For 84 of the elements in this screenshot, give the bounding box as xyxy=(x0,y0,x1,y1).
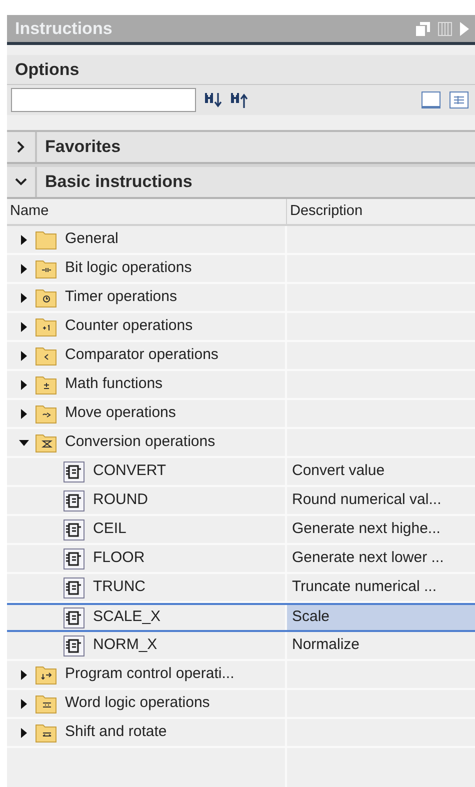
tree-row[interactable]: Math functions xyxy=(7,371,475,400)
expander-icon[interactable] xyxy=(19,698,29,708)
item-name: Word logic operations xyxy=(65,693,210,714)
find-next-icon[interactable] xyxy=(204,92,222,108)
search-field[interactable] xyxy=(11,88,196,112)
item-name: NORM_X xyxy=(93,635,158,656)
tree-row[interactable]: Bit logic operations xyxy=(7,255,475,284)
list-view-icon[interactable] xyxy=(449,91,469,109)
column-header[interactable]: Name xyxy=(7,199,287,224)
item-description: Round numerical val... xyxy=(292,490,442,510)
item-name: ROUND xyxy=(93,490,148,510)
item-description: Convert value xyxy=(292,461,385,482)
tree-row[interactable]: TRUNC Truncate numerical ... xyxy=(7,574,475,603)
item-name: Counter operations xyxy=(65,316,193,336)
tree-row[interactable]: CONVERT Convert value xyxy=(7,458,475,487)
collapse-chevron-icon[interactable] xyxy=(15,177,27,187)
item-name: Shift and rotate xyxy=(65,722,167,742)
tree-row[interactable]: Move operations xyxy=(7,400,475,429)
item-name: Timer operations xyxy=(65,287,177,308)
tree-row[interactable]: CEIL Generate next highe... xyxy=(7,516,475,545)
expander-icon[interactable] xyxy=(19,438,29,448)
tree-row[interactable]: Counter operations xyxy=(7,313,475,342)
item-name: SCALE_X xyxy=(93,607,161,628)
instruction-block-icon xyxy=(63,576,85,598)
folder-icon xyxy=(35,692,57,714)
expander-icon[interactable] xyxy=(19,728,29,738)
item-name: Math functions xyxy=(65,374,163,394)
expand-chevron-icon[interactable] xyxy=(16,141,26,153)
item-name: Conversion operations xyxy=(65,432,216,452)
item-name: Program control operati... xyxy=(65,664,234,684)
item-name: CEIL xyxy=(93,519,126,540)
item-name: Bit logic operations xyxy=(65,258,192,278)
item-description: Generate next highe... xyxy=(292,519,440,540)
expander-icon[interactable] xyxy=(19,292,29,302)
tree-row[interactable]: Program control operati... xyxy=(7,661,475,690)
folder-icon xyxy=(35,228,57,250)
expander-icon[interactable] xyxy=(19,322,29,332)
item-description: Normalize xyxy=(292,635,360,656)
section-header[interactable]: Favorites xyxy=(37,132,121,162)
find-previous-icon[interactable] xyxy=(230,92,248,108)
expander-icon[interactable] xyxy=(19,264,29,274)
folder-icon xyxy=(35,344,57,366)
item-description: Truncate numerical ... xyxy=(292,577,436,598)
folder-icon xyxy=(35,374,57,396)
expander-icon[interactable] xyxy=(19,670,29,680)
tree-row[interactable]: FLOOR Generate next lower ... xyxy=(7,545,475,574)
folder-icon xyxy=(35,432,57,454)
instruction-block-icon xyxy=(63,518,85,540)
expander-icon[interactable] xyxy=(19,350,29,360)
column-header[interactable]: Description xyxy=(287,199,475,224)
instruction-block-icon xyxy=(63,460,85,482)
instruction-block-icon xyxy=(63,606,85,628)
expander-icon[interactable] xyxy=(19,408,29,418)
instruction-block-icon xyxy=(63,548,85,570)
tree-row[interactable]: General xyxy=(7,226,475,255)
instruction-block-icon xyxy=(63,634,85,656)
item-name: Comparator operations xyxy=(65,345,218,366)
item-description: Generate next lower ... xyxy=(292,548,444,568)
tree-row[interactable]: Timer operations xyxy=(7,284,475,313)
folder-icon xyxy=(35,722,57,744)
tree-row[interactable]: SCALE_X Scale xyxy=(7,603,475,632)
pane-view-icon[interactable] xyxy=(421,91,441,109)
item-name: TRUNC xyxy=(93,577,146,598)
tree-row[interactable]: Word logic operations xyxy=(7,690,475,719)
folder-icon xyxy=(35,402,57,424)
instruction-block-icon xyxy=(63,490,85,512)
folder-icon xyxy=(35,286,57,308)
options-header: Options xyxy=(7,55,475,85)
tree-row[interactable]: Comparator operations xyxy=(7,342,475,371)
tree-row[interactable]: ROUND Round numerical val... xyxy=(7,487,475,516)
tree-row[interactable]: Shift and rotate xyxy=(7,719,475,748)
folder-icon xyxy=(35,316,57,338)
panel-title: Instructions xyxy=(15,18,112,40)
item-name: General xyxy=(65,229,118,250)
expander-icon[interactable] xyxy=(19,234,29,244)
folder-icon xyxy=(35,664,57,686)
item-name: FLOOR xyxy=(93,548,145,568)
item-name: Move operations xyxy=(65,403,176,424)
expander-icon[interactable] xyxy=(19,380,29,390)
tree-row[interactable]: Conversion operations xyxy=(7,429,475,458)
item-name: CONVERT xyxy=(93,461,166,482)
folder-icon xyxy=(35,258,57,280)
tree-row[interactable]: NORM_X Normalize xyxy=(7,632,475,661)
item-description: Scale xyxy=(292,607,330,628)
